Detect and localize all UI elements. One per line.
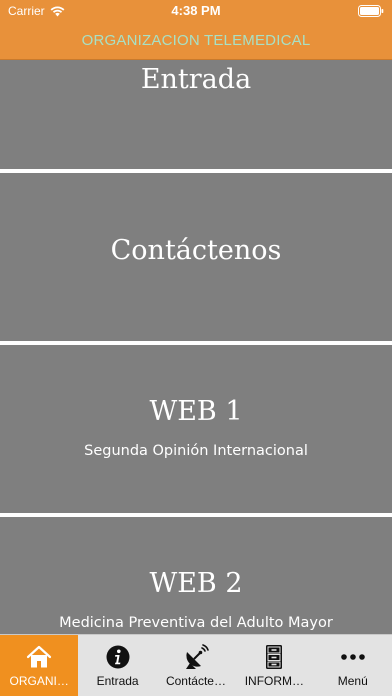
status-right <box>358 5 384 20</box>
tab-informacion[interactable]: INFORM… <box>235 635 313 696</box>
panel-title: WEB 1 <box>149 396 243 427</box>
info-icon <box>106 645 130 669</box>
content-scroll[interactable]: Entrada Contáctenos WEB 1 Segunda Opinió… <box>0 60 392 634</box>
panel-web-1[interactable]: WEB 1 Segunda Opinión Internacional <box>0 345 392 513</box>
tab-contactenos[interactable]: Contácte… <box>157 635 235 696</box>
app-title: ORGANIZACION TELEMEDICAL <box>81 32 311 49</box>
panel-entrada[interactable]: Entrada <box>0 60 392 169</box>
panel-contactenos[interactable]: Contáctenos <box>0 173 392 341</box>
more-icon <box>340 654 365 660</box>
satellite-dish-icon <box>185 644 209 669</box>
file-cabinet-icon <box>266 645 283 669</box>
tab-label: Menú <box>337 674 368 688</box>
status-bar: Carrier 4:38 PM <box>0 0 392 22</box>
tab-label: INFORM… <box>244 674 305 688</box>
panel-web-2[interactable]: WEB 2 Medicina Preventiva del Adulto May… <box>0 517 392 634</box>
app-header: ORGANIZACION TELEMEDICAL <box>0 22 392 60</box>
tab-label: Entrada <box>96 674 139 688</box>
panel-title: Entrada <box>140 64 252 95</box>
tab-bar: ORGANI… Entrada Contácte… INFORM… Menú <box>0 634 392 696</box>
status-time: 4:38 PM <box>171 3 221 18</box>
panel-subtitle: Segunda Opinión Internacional <box>84 443 308 459</box>
panel-title: Contáctenos <box>110 235 282 266</box>
home-icon <box>27 645 52 668</box>
panel-title: WEB 2 <box>149 568 243 599</box>
panel-subtitle: Medicina Preventiva del Adulto Mayor <box>59 615 333 631</box>
tab-organizacion[interactable]: ORGANI… <box>0 635 79 696</box>
tab-label: Contácte… <box>165 674 226 688</box>
tab-menu[interactable]: Menú <box>314 635 392 696</box>
battery-icon <box>358 5 384 17</box>
tab-label: ORGANI… <box>9 674 69 688</box>
tab-entrada[interactable]: Entrada <box>78 635 156 696</box>
